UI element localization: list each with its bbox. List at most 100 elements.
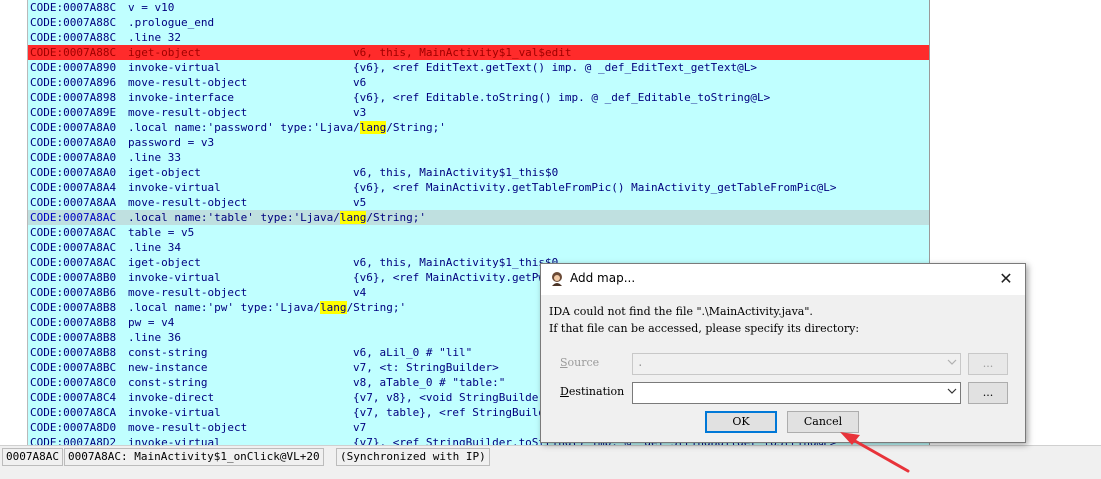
code-operands[interactable]: v6, this, MainActivity$1_val$edit (353, 45, 572, 60)
code-address[interactable]: CODE:0007A8BC (30, 360, 116, 375)
code-line[interactable]: CODE:0007A898 invoke-interface {v6}, <ref … (28, 90, 929, 105)
code-address[interactable]: CODE:0007A88C (30, 15, 116, 30)
code-instruction[interactable]: move-result-object (128, 420, 247, 435)
code-address[interactable]: CODE:0007A8B0 (30, 270, 116, 285)
code-line[interactable]: CODE:0007A896 move-result-object v6 (28, 75, 929, 90)
code-address[interactable]: CODE:0007A8C0 (30, 375, 116, 390)
code-instruction[interactable]: invoke-virtual (128, 180, 221, 195)
code-address[interactable]: CODE:0007A8D0 (30, 420, 116, 435)
destination-browse-button[interactable]: ... (968, 382, 1008, 404)
add-map-dialog: Add map... ✕ IDA could not find the file… (540, 263, 1026, 443)
code-address[interactable]: CODE:0007A8B8 (30, 330, 116, 345)
code-address[interactable]: CODE:0007A8D2 (30, 435, 116, 445)
code-instruction[interactable]: .line 33 (128, 150, 181, 165)
code-address[interactable]: CODE:0007A89E (30, 105, 116, 120)
code-instruction[interactable]: move-result-object (128, 195, 247, 210)
code-instruction[interactable]: password = v3 (128, 135, 214, 150)
code-instruction[interactable]: .line 34 (128, 240, 181, 255)
code-instruction[interactable]: .local name:'pw' type:'Ljava/lang/String… (128, 300, 406, 315)
code-instruction[interactable]: .line 36 (128, 330, 181, 345)
code-address[interactable]: CODE:0007A8A0 (30, 135, 116, 150)
dialog-titlebar[interactable]: Add map... ✕ (541, 264, 1025, 295)
code-instruction[interactable]: .prologue_end (128, 15, 214, 30)
code-line[interactable]: CODE:0007A8A0 iget-object v6, this, MainAc… (28, 165, 929, 180)
code-operands[interactable]: v7 (353, 420, 366, 435)
code-address[interactable]: CODE:0007A88C (30, 30, 116, 45)
code-address[interactable]: CODE:0007A8B8 (30, 345, 116, 360)
code-address[interactable]: CODE:0007A8A0 (30, 165, 116, 180)
code-address[interactable]: CODE:0007A8AC (30, 240, 116, 255)
code-address[interactable]: CODE:0007A8B6 (30, 285, 116, 300)
code-line[interactable]: CODE:0007A8AC .line 34 (28, 240, 929, 255)
source-browse-button[interactable]: ... (968, 353, 1008, 375)
code-address[interactable]: CODE:0007A8B8 (30, 300, 116, 315)
code-address[interactable]: CODE:0007A8A4 (30, 180, 116, 195)
code-operands[interactable]: {v6}, <ref MainActivity.getTableFromPic(… (353, 180, 836, 195)
code-instruction[interactable]: move-result-object (128, 285, 247, 300)
code-instruction[interactable]: move-result-object (128, 105, 247, 120)
code-instruction[interactable]: .local name:'password' type:'Ljava/lang/… (128, 120, 446, 135)
code-operands[interactable]: v7, <t: StringBuilder> (353, 360, 499, 375)
code-address[interactable]: CODE:0007A898 (30, 90, 116, 105)
code-address[interactable]: CODE:0007A8A0 (30, 150, 116, 165)
code-line[interactable]: CODE:0007A89E move-result-object v3 (28, 105, 929, 120)
code-line[interactable]: CODE:0007A8A4 invoke-virtual {v6}, <ref Ma… (28, 180, 929, 195)
code-address[interactable]: CODE:0007A8A0 (30, 120, 116, 135)
code-instruction[interactable]: move-result-object (128, 75, 247, 90)
code-line[interactable]: CODE:0007A890 invoke-virtual {v6}, <ref Ed… (28, 60, 929, 75)
code-instruction[interactable]: .local name:'table' type:'Ljava/lang/Str… (128, 210, 426, 225)
code-address[interactable]: CODE:0007A88C (30, 45, 116, 60)
code-instruction[interactable]: invoke-virtual (128, 435, 221, 445)
source-combo[interactable]: . (632, 353, 961, 375)
code-operands[interactable]: {v6}, <ref EditText.getText() imp. @ _de… (353, 60, 757, 75)
code-address[interactable]: CODE:0007A8AA (30, 195, 116, 210)
code-address[interactable]: CODE:0007A8AC (30, 210, 116, 225)
code-instruction[interactable]: v = v10 (128, 0, 174, 15)
code-address[interactable]: CODE:0007A8CA (30, 405, 116, 420)
code-instruction[interactable]: .line 32 (128, 30, 181, 45)
code-address[interactable]: CODE:0007A8AC (30, 255, 116, 270)
code-instruction[interactable]: invoke-direct (128, 390, 214, 405)
code-instruction[interactable]: pw = v4 (128, 315, 174, 330)
ok-button[interactable]: OK (705, 411, 777, 433)
code-operands[interactable]: v6 (353, 75, 366, 90)
code-address[interactable]: CODE:0007A896 (30, 75, 116, 90)
code-operands[interactable]: v4 (353, 285, 366, 300)
code-instruction[interactable]: invoke-virtual (128, 60, 221, 75)
destination-combo[interactable] (632, 382, 961, 404)
code-line[interactable]: CODE:0007A8AA move-result-object v5 (28, 195, 929, 210)
code-operands[interactable]: {v6}, <ref Editable.toString() imp. @ _d… (353, 90, 770, 105)
code-address[interactable]: CODE:0007A8B8 (30, 315, 116, 330)
code-instruction[interactable]: iget-object (128, 45, 201, 60)
cancel-button[interactable]: Cancel (787, 411, 859, 433)
code-line[interactable]: CODE:0007A8A0 .line 33 (28, 150, 929, 165)
code-line[interactable]: CODE:0007A88C v = v10 (28, 0, 929, 15)
code-operands[interactable]: v3 (353, 105, 366, 120)
code-operands[interactable]: v6, this, MainActivity$1_this$0 (353, 165, 558, 180)
code-instruction[interactable]: invoke-virtual (128, 270, 221, 285)
code-line[interactable]: CODE:0007A8AC table = v5 (28, 225, 929, 240)
code-line[interactable]: CODE:0007A88C .line 32 (28, 30, 929, 45)
code-instruction[interactable]: const-string (128, 375, 207, 390)
code-operands[interactable]: v8, aTable_0 # "table:" (353, 375, 505, 390)
code-instruction[interactable]: new-instance (128, 360, 207, 375)
code-instruction[interactable]: table = v5 (128, 225, 194, 240)
code-address[interactable]: CODE:0007A8C4 (30, 390, 116, 405)
code-instruction[interactable]: invoke-interface (128, 90, 234, 105)
code-address[interactable]: CODE:0007A8AC (30, 225, 116, 240)
code-instruction[interactable]: iget-object (128, 165, 201, 180)
code-operands[interactable]: v6, aLil_0 # "lil" (353, 345, 472, 360)
code-line[interactable]: CODE:0007A88C iget-object v6, this, MainAc… (28, 45, 929, 60)
code-instruction[interactable]: invoke-virtual (128, 405, 221, 420)
code-line[interactable]: CODE:0007A88C .prologue_end (28, 15, 929, 30)
code-operands[interactable]: v6, this, MainActivity$1_this$0 (353, 255, 558, 270)
code-instruction[interactable]: const-string (128, 345, 207, 360)
close-icon[interactable]: ✕ (995, 268, 1017, 290)
code-address[interactable]: CODE:0007A890 (30, 60, 116, 75)
code-operands[interactable]: v5 (353, 195, 366, 210)
code-line[interactable]: CODE:0007A8AC .local name:'table' type:'L… (28, 210, 929, 225)
code-instruction[interactable]: iget-object (128, 255, 201, 270)
code-line[interactable]: CODE:0007A8A0 .local name:'password' type… (28, 120, 929, 135)
code-address[interactable]: CODE:0007A88C (30, 0, 116, 15)
code-line[interactable]: CODE:0007A8A0 password = v3 (28, 135, 929, 150)
